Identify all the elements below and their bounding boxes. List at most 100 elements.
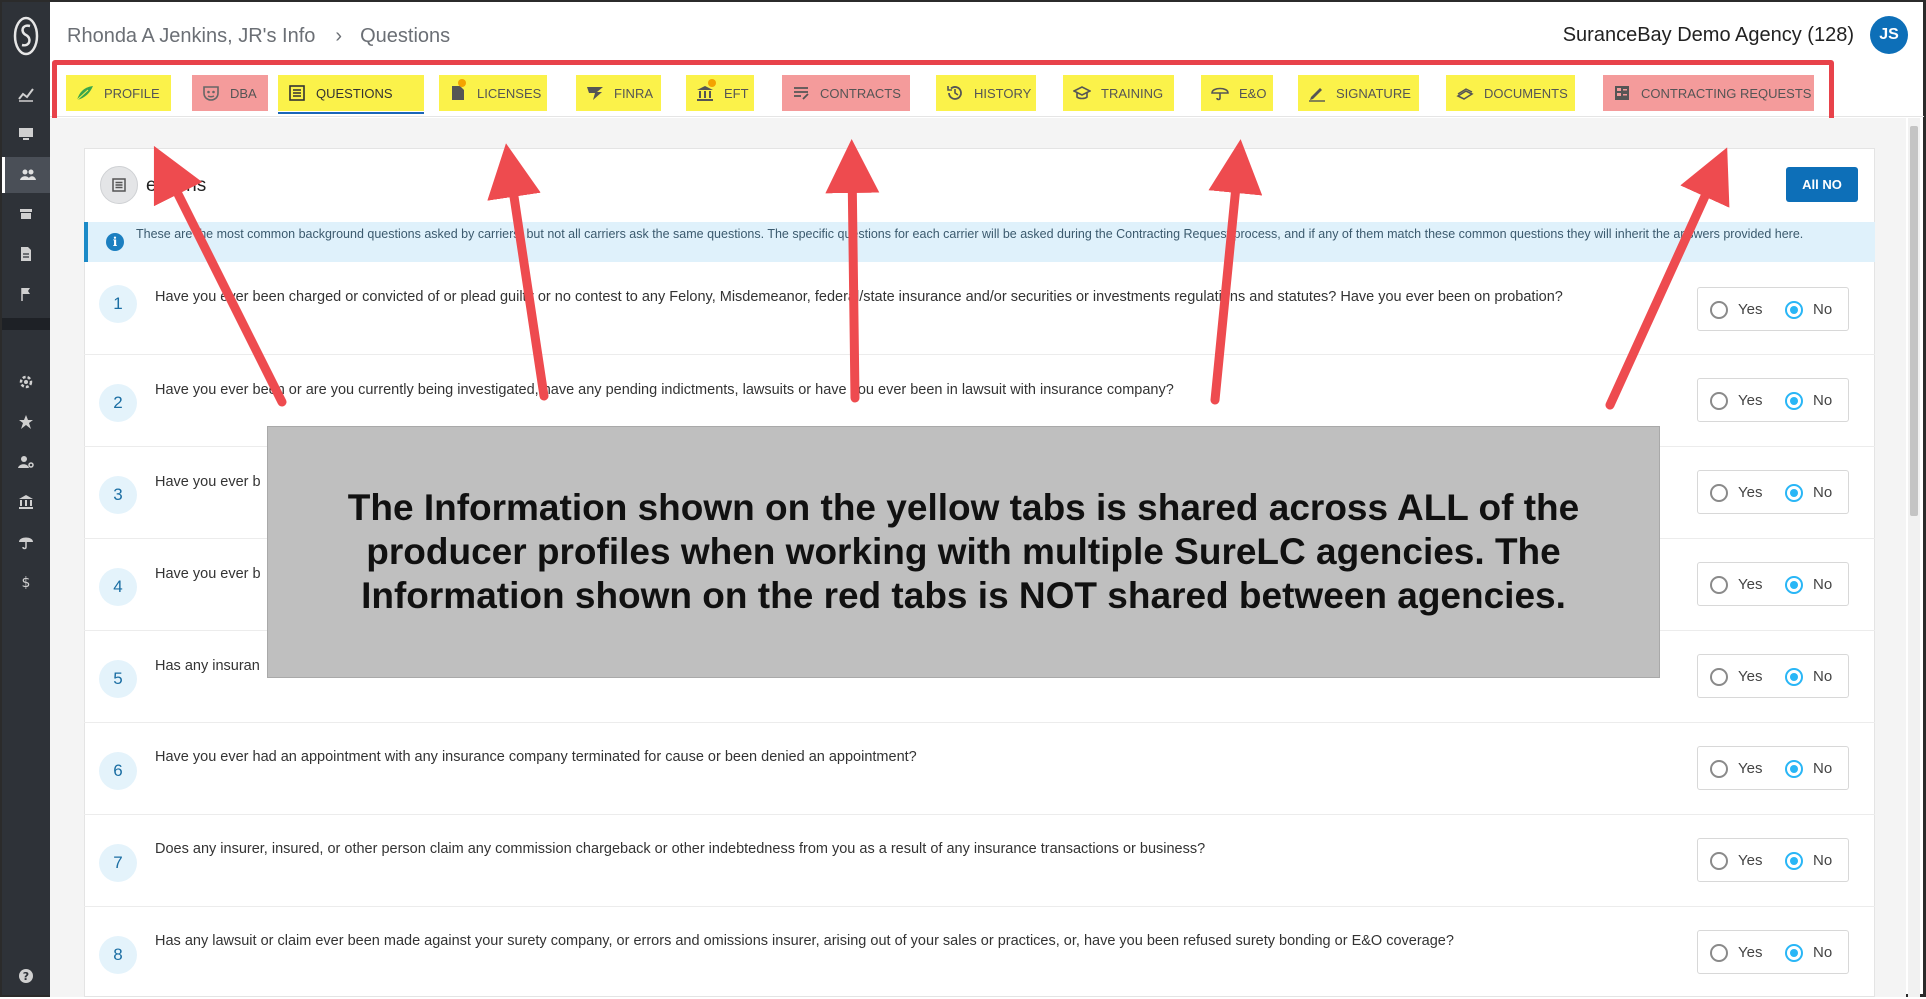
scrollbar-thumb[interactable] (1910, 126, 1918, 516)
question-number: 2 (99, 384, 137, 422)
yes-no-group: Yes No (1697, 562, 1849, 606)
question-row: 6 Have you ever had an appointment with … (84, 723, 1875, 815)
sidebar-item-user-settings[interactable] (2, 444, 50, 480)
sidebar-item-commissions[interactable]: $ (2, 564, 50, 600)
question-text: Does any insurer, insured, or other pers… (155, 841, 1206, 857)
no-label: No (1813, 852, 1833, 869)
agency-name[interactable]: SuranceBay Demo Agency (128) (1563, 24, 1854, 47)
no-label: No (1813, 576, 1833, 593)
question-row: 1 Have you ever been charged or convicte… (84, 263, 1875, 355)
yes-radio[interactable] (1710, 301, 1728, 319)
no-radio[interactable] (1785, 576, 1803, 594)
sidebar-item-help[interactable]: ? (2, 958, 50, 994)
user-settings-icon (18, 456, 34, 468)
sidebar-divider (2, 318, 50, 330)
sidebar-item-store[interactable] (2, 196, 50, 232)
yes-radio[interactable] (1710, 760, 1728, 778)
sidebar-item-dashboard[interactable] (2, 76, 50, 112)
yes-no-group: Yes No (1697, 930, 1849, 974)
annotation-callout-text: The Information shown on the yellow tabs… (347, 487, 1580, 616)
question-number: 4 (99, 568, 137, 606)
yes-label: Yes (1738, 301, 1763, 318)
yes-no-group: Yes No (1697, 746, 1849, 790)
store-icon (20, 209, 32, 219)
all-no-button[interactable]: All NO (1786, 167, 1858, 202)
no-label: No (1813, 392, 1833, 409)
svg-text:$: $ (22, 575, 31, 590)
sidebar-item-badges[interactable] (2, 404, 50, 440)
breadcrumb-person-link[interactable]: Rhonda A Jenkins, JR's Info (67, 25, 315, 48)
gear-icon (19, 375, 33, 389)
yes-radio[interactable] (1710, 484, 1728, 502)
sidebar-item-documents[interactable] (2, 236, 50, 272)
question-text: Has any lawsuit or claim ever been made … (155, 933, 1454, 949)
chart-line-icon (18, 88, 34, 102)
bank-icon (19, 495, 33, 509)
help-icon: ? (19, 969, 33, 983)
surelc-logo[interactable] (12, 14, 40, 58)
breadcrumb-current-page: Questions (360, 25, 451, 47)
info-icon: i (106, 233, 124, 251)
no-radio[interactable] (1785, 668, 1803, 686)
info-banner: i These are the most common background q… (84, 222, 1875, 262)
question-number: 8 (99, 936, 137, 974)
yes-label: Yes (1738, 484, 1763, 501)
no-radio[interactable] (1785, 392, 1803, 410)
yes-label: Yes (1738, 668, 1763, 685)
yes-radio[interactable] (1710, 668, 1728, 686)
yes-label: Yes (1738, 392, 1763, 409)
no-radio[interactable] (1785, 944, 1803, 962)
avatar[interactable]: JS (1870, 16, 1908, 54)
no-label: No (1813, 944, 1833, 961)
flag-icon (21, 288, 30, 301)
yes-no-group: Yes No (1697, 378, 1849, 422)
yes-radio[interactable] (1710, 944, 1728, 962)
yes-radio[interactable] (1710, 576, 1728, 594)
sidebar: $ ? (2, 2, 50, 995)
sidebar-item-producers[interactable] (2, 157, 50, 193)
question-row: 8 Has any lawsuit or claim ever been mad… (84, 907, 1875, 999)
no-radio[interactable] (1785, 484, 1803, 502)
question-text: Have you ever been charged or convicted … (155, 289, 1563, 305)
yes-label: Yes (1738, 760, 1763, 777)
document-icon (21, 247, 31, 261)
question-number: 7 (99, 844, 137, 882)
sidebar-item-flag[interactable] (2, 276, 50, 312)
no-radio[interactable] (1785, 852, 1803, 870)
yes-label: Yes (1738, 576, 1763, 593)
question-text: Have you ever been or are you currently … (155, 382, 1174, 398)
no-radio[interactable] (1785, 760, 1803, 778)
yes-label: Yes (1738, 852, 1763, 869)
sidebar-item-insurance[interactable] (2, 524, 50, 560)
people-icon (19, 169, 36, 180)
chevron-right-icon: › (335, 25, 343, 47)
question-text: Have you ever had an appointment with an… (155, 749, 917, 765)
sidebar-item-settings[interactable] (2, 364, 50, 400)
breadcrumb: Rhonda A Jenkins, JR's Info › Questions (67, 25, 450, 48)
question-number: 5 (99, 660, 137, 698)
question-row: 7 Does any insurer, insured, or other pe… (84, 815, 1875, 907)
no-radio[interactable] (1785, 301, 1803, 319)
yes-label: Yes (1738, 944, 1763, 961)
sidebar-item-bank[interactable] (2, 484, 50, 520)
vertical-scrollbar[interactable] (1908, 118, 1920, 997)
dollar-icon: $ (22, 575, 31, 590)
monitor-icon (19, 128, 33, 140)
no-label: No (1813, 301, 1833, 318)
svg-text:?: ? (23, 970, 29, 983)
star-badge-icon (19, 415, 33, 429)
yes-no-group: Yes No (1697, 838, 1849, 882)
info-banner-text: These are the most common background que… (136, 227, 1804, 241)
no-label: No (1813, 668, 1833, 685)
umbrella-icon (19, 537, 33, 550)
questions-list-icon (100, 166, 138, 204)
question-number: 3 (99, 476, 137, 514)
question-number: 1 (99, 285, 137, 323)
no-label: No (1813, 484, 1833, 501)
question-number: 6 (99, 752, 137, 790)
yes-no-group: Yes No (1697, 654, 1849, 698)
sidebar-item-monitor[interactable] (2, 116, 50, 152)
yes-radio[interactable] (1710, 392, 1728, 410)
yes-radio[interactable] (1710, 852, 1728, 870)
yes-no-group: Yes No (1697, 287, 1849, 331)
